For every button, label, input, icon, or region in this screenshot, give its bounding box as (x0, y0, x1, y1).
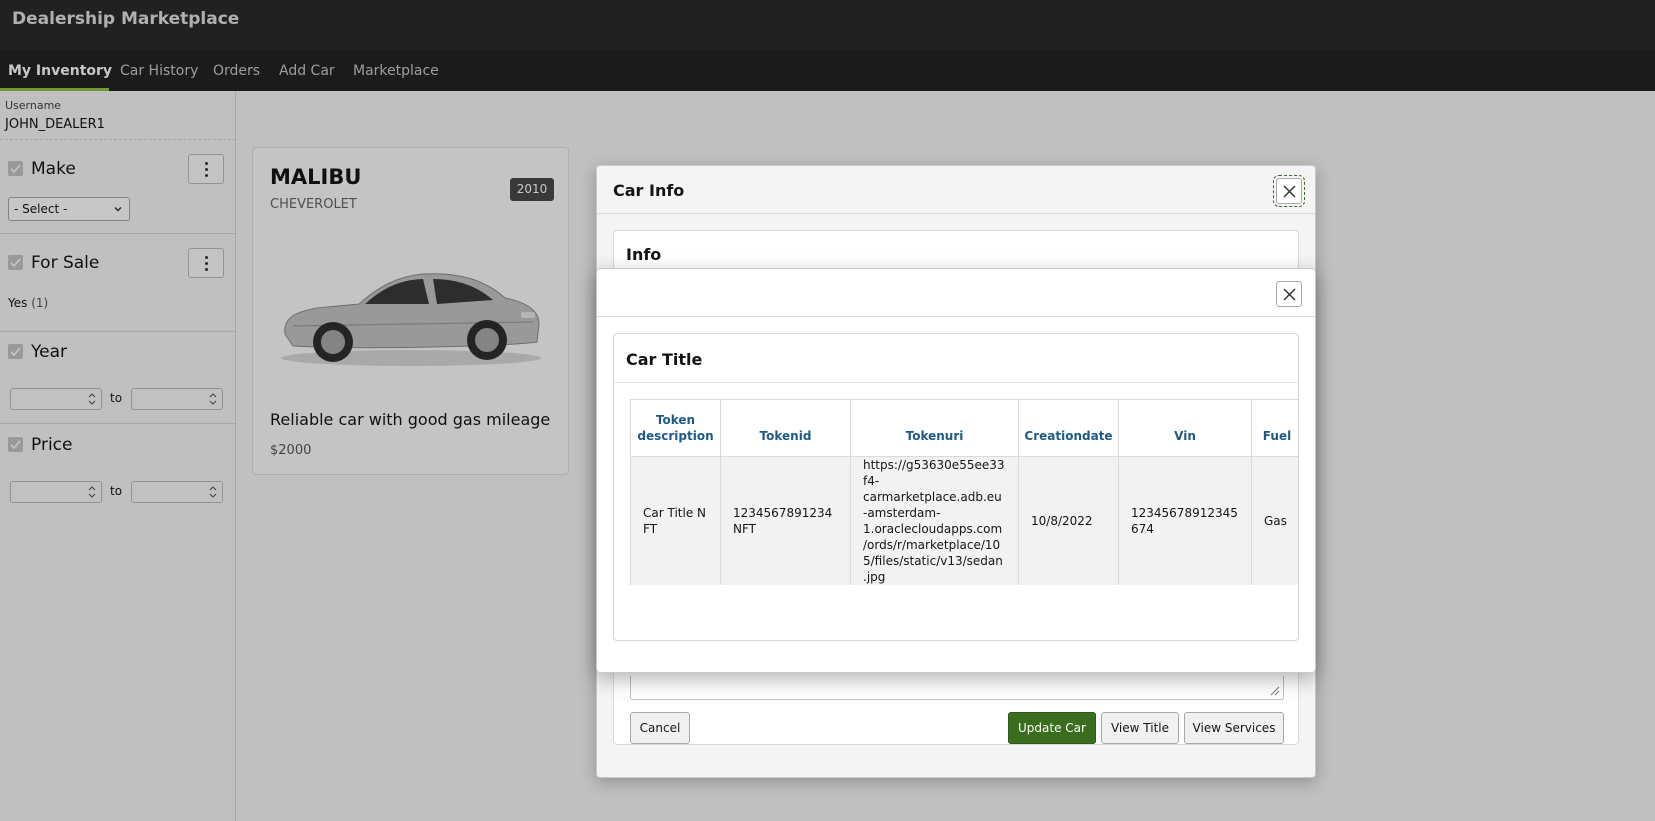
car-info-dialog-title: Car Info (613, 181, 685, 200)
column-header-tokenid[interactable]: Tokenid (720, 399, 851, 457)
view-title-button[interactable]: View Title (1101, 712, 1179, 744)
table-header-row: Token description Tokenid Tokenuri Creat… (630, 399, 1298, 457)
cell-vin: 12345678912345674 (1118, 456, 1252, 585)
column-header-fuel[interactable]: Fuel (1251, 399, 1298, 457)
cell-fuel: Gas (1251, 456, 1298, 585)
car-title-modal-header (597, 269, 1315, 317)
car-info-close-button[interactable] (1273, 175, 1305, 207)
cell-tokenuri: https://g53630e55ee33f4-carmarketplace.a… (850, 456, 1019, 585)
close-icon (1283, 185, 1296, 198)
close-icon (1283, 288, 1296, 301)
table-row: Car Title NFT 1234567891234NFT https://g… (630, 456, 1298, 585)
info-region-title: Info (626, 245, 662, 264)
resize-handle-icon[interactable] (1270, 686, 1280, 696)
cell-creationdate: 10/8/2022 (1018, 456, 1119, 585)
column-header-tokenuri[interactable]: Tokenuri (850, 399, 1019, 457)
car-title-close-button[interactable] (1276, 281, 1302, 307)
car-title-region: Car Title Token description Tokenid Toke… (613, 333, 1299, 641)
car-title-table: Token description Tokenid Tokenuri Creat… (630, 399, 1298, 585)
cancel-button[interactable]: Cancel (630, 712, 690, 744)
car-title-region-header: Car Title (614, 334, 1298, 383)
car-title-modal: Car Title Token description Tokenid Toke… (596, 268, 1316, 673)
cell-token-description: Car Title NFT (630, 456, 721, 585)
column-header-token-description[interactable]: Token description (630, 399, 721, 457)
car-title-report: Token description Tokenid Tokenuri Creat… (630, 399, 1298, 585)
cell-tokenid: 1234567891234NFT (720, 456, 851, 585)
info-textarea[interactable] (630, 676, 1284, 700)
car-info-dialog-header: Car Info (597, 166, 1315, 214)
column-header-creationdate[interactable]: Creationdate (1018, 399, 1119, 457)
update-car-button[interactable]: Update Car (1008, 712, 1096, 744)
view-services-button[interactable]: View Services (1184, 712, 1284, 744)
car-title-region-title: Car Title (626, 350, 703, 369)
column-header-vin[interactable]: Vin (1118, 399, 1252, 457)
